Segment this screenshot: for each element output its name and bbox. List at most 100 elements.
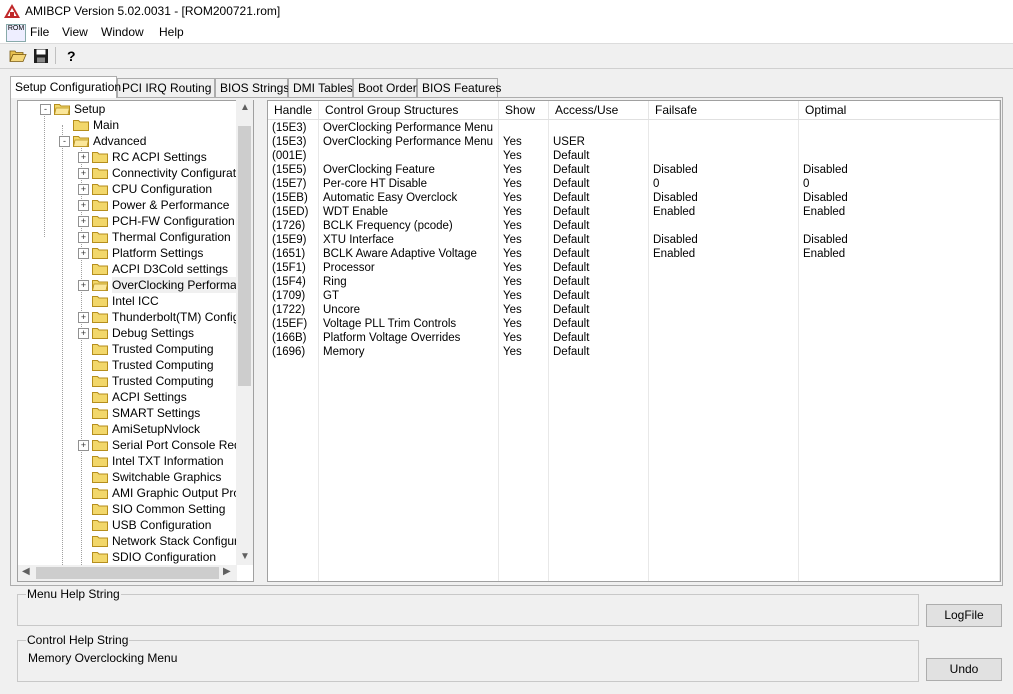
menu-help[interactable]: Help (159, 25, 184, 39)
scroll-up-icon[interactable]: ▲ (240, 102, 250, 113)
table-row[interactable]: (1709) GT Yes Default (268, 289, 1000, 303)
tree-item[interactable]: AmiSetupNvlock (18, 421, 253, 437)
table-row[interactable]: (166B) Platform Voltage Overrides Yes Defau… (268, 331, 1000, 345)
tree-item[interactable]: AMI Graphic Output Protocol (18, 485, 253, 501)
tree-item[interactable]: + Connectivity Configuration (18, 165, 253, 181)
table-row[interactable]: (1726) BCLK Frequency (pcode) Yes Default (268, 219, 1000, 233)
column-header-handle[interactable]: Handle (268, 101, 319, 119)
tab-setup-configuration[interactable]: Setup Configuration (10, 76, 121, 98)
menu-file[interactable]: File (30, 25, 49, 39)
expand-icon[interactable]: + (78, 184, 89, 195)
tree-item[interactable]: Trusted Computing (18, 373, 253, 389)
tree-item[interactable]: ACPI D3Cold settings (18, 261, 253, 277)
cell-optimal: Disabled (803, 192, 848, 204)
tree-vertical-scrollbar[interactable]: ▲ ▼ (236, 100, 253, 565)
tree-item[interactable]: + Thunderbolt(TM) Configuration (18, 309, 253, 325)
expand-icon[interactable]: + (78, 280, 89, 291)
column-header-show[interactable]: Show (499, 101, 549, 119)
tree-item[interactable]: + Platform Settings (18, 245, 253, 261)
tree-item-label: Trusted Computing (112, 342, 214, 356)
tree-item[interactable]: Trusted Computing (18, 341, 253, 357)
cell-failsafe: Disabled (653, 164, 698, 176)
menu-view[interactable]: View (62, 25, 88, 39)
undo-button[interactable]: Undo (926, 658, 1002, 681)
logfile-button[interactable]: LogFile (926, 604, 1002, 627)
tree-item[interactable]: SIO Common Setting (18, 501, 253, 517)
tree-item[interactable]: Intel TXT Information (18, 453, 253, 469)
table-row[interactable]: (15E9) XTU Interface Yes Default Disabled Dis… (268, 233, 1000, 247)
table-row[interactable]: (15E3) OverClocking Performance Menu (268, 121, 1000, 135)
cell-access-use: Default (553, 262, 590, 274)
document-icon[interactable]: ROM (6, 24, 26, 42)
tree-item[interactable]: SDIO Configuration (18, 549, 253, 565)
collapse-icon[interactable]: - (59, 136, 70, 147)
tree-item[interactable]: Network Stack Configuration (18, 533, 253, 549)
table-row[interactable]: (1722) Uncore Yes Default (268, 303, 1000, 317)
tab-boot-order[interactable]: Boot Order (353, 78, 417, 97)
tree-item[interactable]: - Advanced (18, 133, 253, 149)
tree-item[interactable]: + Thermal Configuration (18, 229, 253, 245)
control-group-table[interactable]: Handle Control Group Structures Show Acc… (267, 100, 1001, 582)
tree-item[interactable]: + Power & Performance (18, 197, 253, 213)
expand-icon[interactable]: + (78, 328, 89, 339)
help-button[interactable]: ? (60, 46, 82, 66)
tree-item[interactable]: + PCH-FW Configuration (18, 213, 253, 229)
table-row[interactable]: (15E7) Per-core HT Disable Yes Default 0 0 (268, 177, 1000, 191)
expand-icon[interactable]: + (78, 248, 89, 259)
tree-vertical-scroll-thumb[interactable] (238, 126, 251, 386)
tree-item[interactable]: + Serial Port Console Redirection (18, 437, 253, 453)
column-header-control-group[interactable]: Control Group Structures (319, 101, 499, 119)
menu-window[interactable]: Window (101, 25, 144, 39)
open-button[interactable] (7, 46, 29, 66)
tab-pci-irq-routing[interactable]: PCI IRQ Routing (117, 78, 215, 97)
table-row[interactable]: (1651) BCLK Aware Adaptive Voltage Yes Defa… (268, 247, 1000, 261)
cell-control-group: OverClocking Feature (323, 164, 435, 176)
tree-item[interactable]: + Debug Settings (18, 325, 253, 341)
expand-icon[interactable]: + (78, 168, 89, 179)
column-header-optimal[interactable]: Optimal (799, 101, 1000, 119)
table-row[interactable]: (15E5) OverClocking Feature Yes Default Disa… (268, 163, 1000, 177)
tree-item[interactable]: + OverClocking Performance (18, 277, 253, 293)
tree-horizontal-scrollbar[interactable]: ◀ ▶ (18, 565, 237, 581)
tree-item[interactable]: + RC ACPI Settings (18, 149, 253, 165)
scroll-down-icon[interactable]: ▼ (240, 551, 250, 562)
cell-control-group: Per-core HT Disable (323, 178, 427, 190)
column-header-failsafe[interactable]: Failsafe (649, 101, 799, 119)
tab-bios-strings[interactable]: BIOS Strings (215, 78, 289, 97)
tree-item[interactable]: USB Configuration (18, 517, 253, 533)
expand-icon[interactable]: + (78, 152, 89, 163)
table-row[interactable]: (15EB) Automatic Easy Overclock Yes Default… (268, 191, 1000, 205)
table-row[interactable]: (15F1) Processor Yes Default (268, 261, 1000, 275)
tree-item[interactable]: - Setup (18, 101, 253, 117)
tree-item[interactable]: Switchable Graphics (18, 469, 253, 485)
svg-text:?: ? (67, 48, 76, 64)
collapse-icon[interactable]: - (40, 104, 51, 115)
save-button[interactable] (30, 46, 52, 66)
cell-handle: (15E7) (272, 178, 307, 190)
tree-item[interactable]: Intel ICC (18, 293, 253, 309)
expand-icon[interactable]: + (78, 312, 89, 323)
table-row[interactable]: (15E3) OverClocking Performance Menu Yes US… (268, 135, 1000, 149)
cell-control-group: Memory (323, 346, 365, 358)
tree-item[interactable]: ACPI Settings (18, 389, 253, 405)
table-row[interactable]: (001E) Yes Default (268, 149, 1000, 163)
expand-icon[interactable]: + (78, 200, 89, 211)
tab-bios-features[interactable]: BIOS Features (417, 78, 501, 97)
setup-tree[interactable]: - Setup Main - Advanced + RC ACPI Settings + Con… (17, 100, 254, 582)
tree-item[interactable]: SMART Settings (18, 405, 253, 421)
expand-icon[interactable]: + (78, 216, 89, 227)
table-row[interactable]: (15EF) Voltage PLL Trim Controls Yes Defaul… (268, 317, 1000, 331)
table-row[interactable]: (15ED) WDT Enable Yes Default Enabled Enabled (268, 205, 1000, 219)
scroll-right-icon[interactable]: ▶ (223, 566, 231, 577)
tree-horizontal-scroll-thumb[interactable] (36, 567, 219, 579)
tree-item[interactable]: Trusted Computing (18, 357, 253, 373)
column-header-access-use[interactable]: Access/Use (549, 101, 649, 119)
scroll-left-icon[interactable]: ◀ (22, 566, 30, 577)
table-row[interactable]: (15F4) Ring Yes Default (268, 275, 1000, 289)
tree-item[interactable]: Main (18, 117, 253, 133)
expand-icon[interactable]: + (78, 232, 89, 243)
expand-icon[interactable]: + (78, 440, 89, 451)
table-row[interactable]: (1696) Memory Yes Default (268, 345, 1000, 359)
tab-dmi-tables[interactable]: DMI Tables (288, 78, 353, 97)
tree-item[interactable]: + CPU Configuration (18, 181, 253, 197)
